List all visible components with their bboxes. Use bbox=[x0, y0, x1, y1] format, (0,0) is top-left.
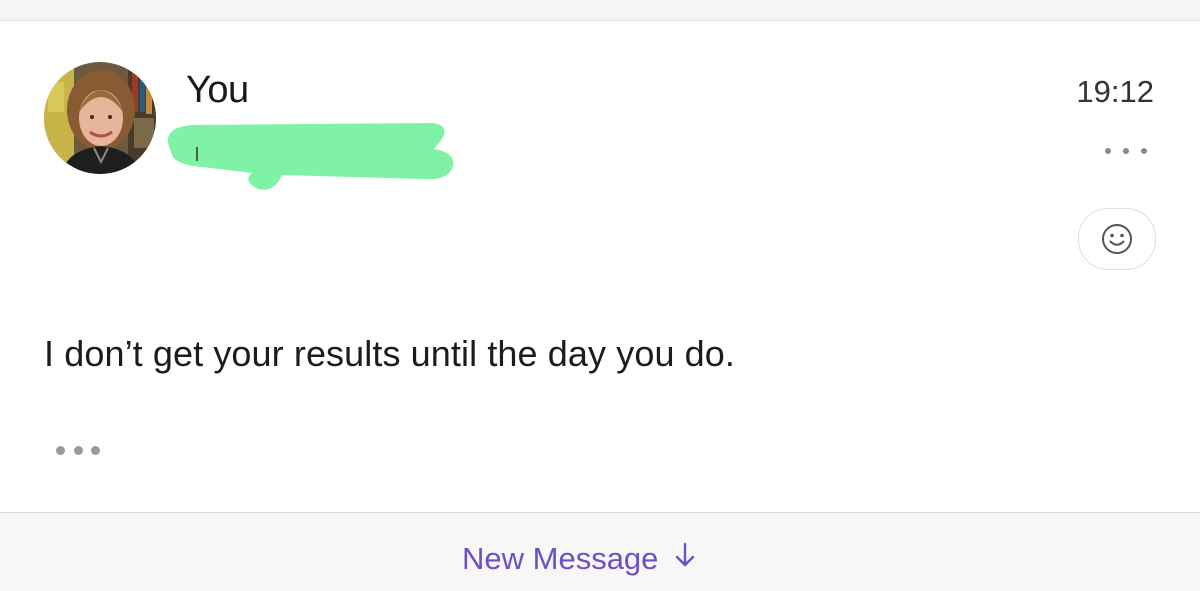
avatar[interactable] bbox=[44, 62, 156, 174]
top-divider-strip bbox=[0, 0, 1200, 21]
more-horizontal-icon bbox=[1123, 148, 1129, 154]
smiley-icon bbox=[1102, 224, 1132, 254]
more-horizontal-icon bbox=[1141, 148, 1147, 154]
new-message-button[interactable]: New Message bbox=[462, 541, 696, 577]
expand-message-button[interactable] bbox=[56, 443, 100, 457]
avatar-photo bbox=[44, 62, 156, 174]
add-reaction-button[interactable] bbox=[1078, 208, 1156, 270]
footer-bar: New Message bbox=[0, 513, 1200, 591]
message-body: I don’t get your results until the day y… bbox=[44, 333, 736, 374]
ellipsis-icon bbox=[56, 445, 65, 455]
redaction-mark bbox=[167, 123, 454, 190]
ellipsis-icon bbox=[73, 445, 83, 455]
message-timestamp: 19:12 bbox=[1076, 74, 1154, 109]
more-options-button[interactable] bbox=[1105, 143, 1147, 159]
sender-name: You bbox=[186, 69, 249, 111]
more-horizontal-icon bbox=[1105, 148, 1111, 154]
new-message-label: New Message bbox=[462, 541, 659, 576]
message-card: You 19:12 I don’t get your results until… bbox=[0, 21, 1200, 513]
ellipsis-icon bbox=[91, 445, 100, 455]
message-view: You 19:12 I don’t get your results until… bbox=[0, 0, 1200, 591]
arrow-down-icon bbox=[674, 541, 696, 577]
